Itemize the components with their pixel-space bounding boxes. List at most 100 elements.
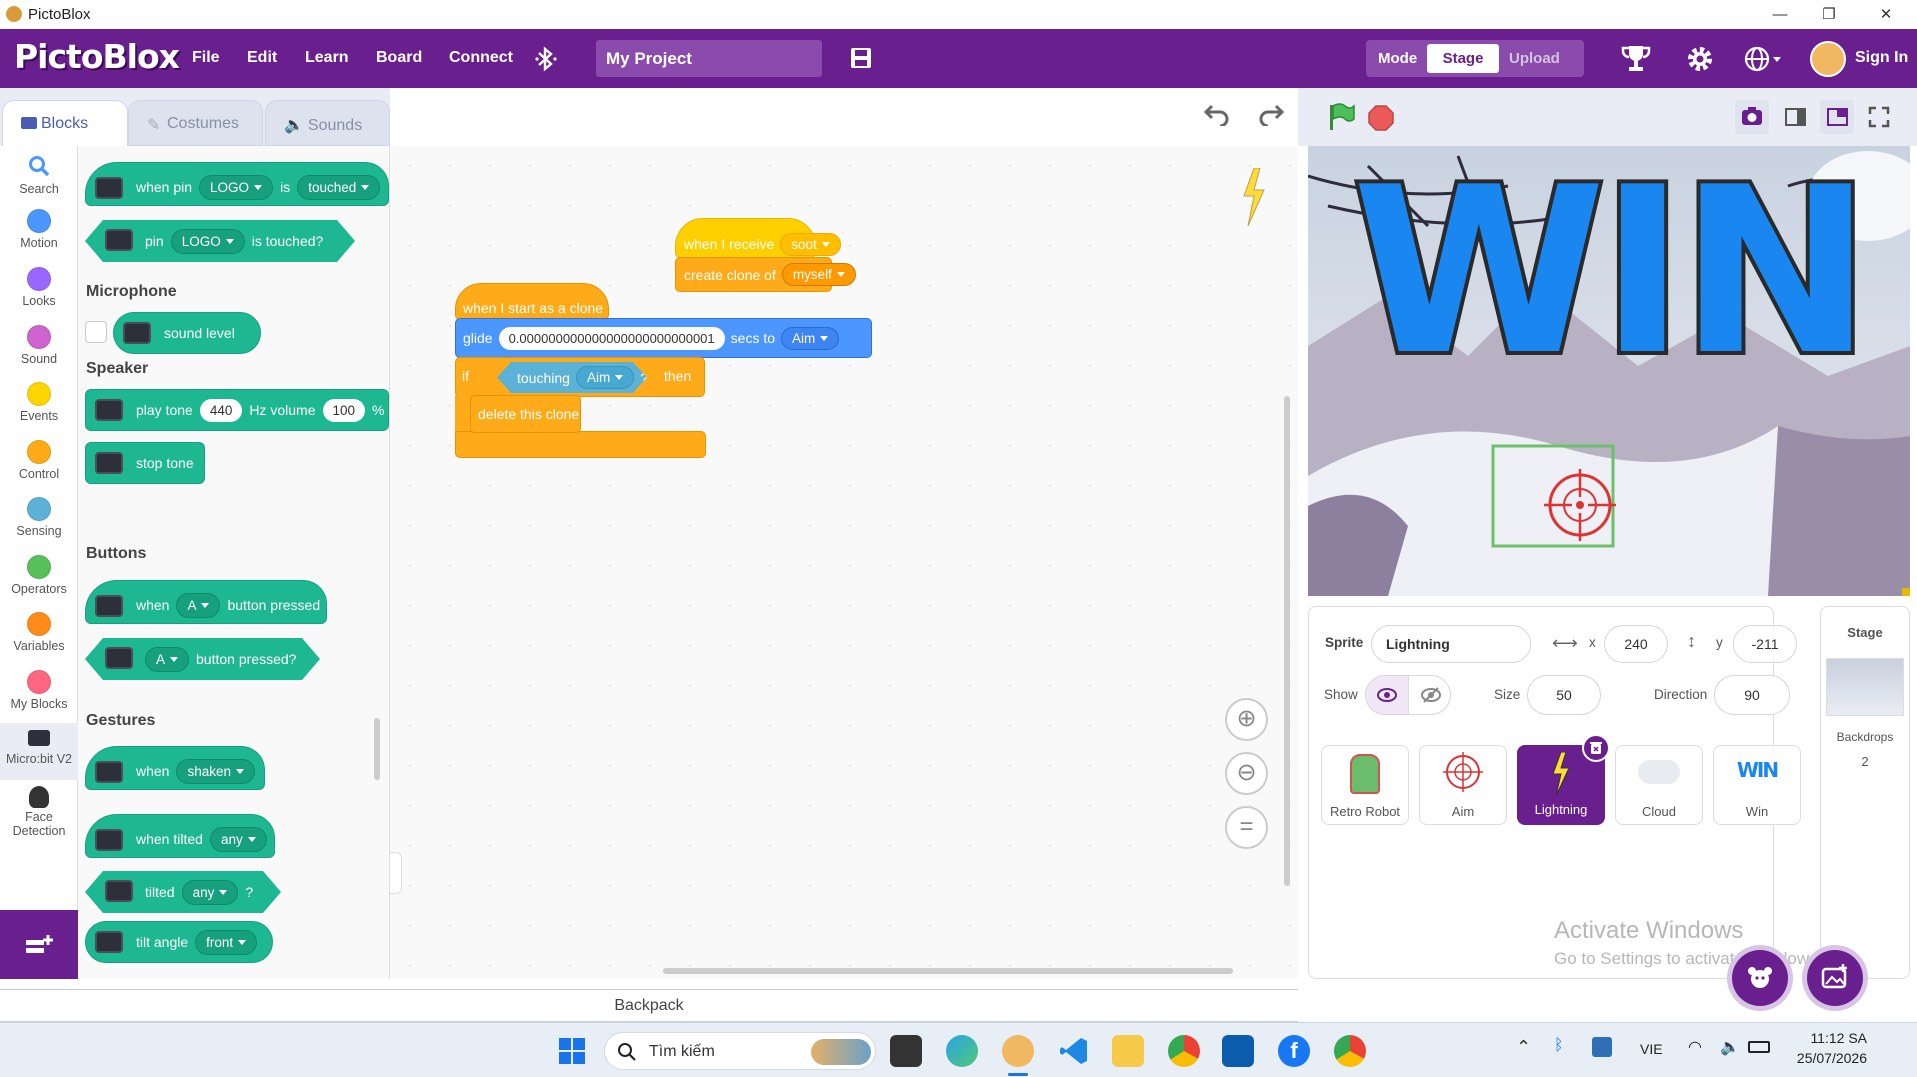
wifi-icon[interactable]: ◠ [1688, 1037, 1702, 1057]
maximize-button[interactable]: ❐ [1806, 2, 1852, 28]
tab-sounds[interactable]: 🔈 Sounds [265, 100, 390, 146]
bluetooth-icon[interactable] [535, 46, 557, 72]
language-indicator[interactable]: VIE [1640, 1041, 1663, 1057]
sprite-tile-lightning[interactable]: Lightning [1517, 734, 1610, 825]
clone-target-dropdown[interactable]: myself [781, 263, 856, 286]
gear-icon[interactable] [1685, 44, 1715, 74]
edge-icon[interactable] [946, 1035, 978, 1067]
palette-scrollbar[interactable] [374, 718, 380, 780]
stage-canvas[interactable]: WIN [1308, 146, 1910, 596]
small-stage-icon[interactable] [1778, 100, 1812, 134]
add-sprite-button[interactable] [1732, 950, 1788, 1006]
pin-dropdown[interactable]: LOGO [171, 229, 245, 254]
block-glide-to[interactable]: glide 0.000000000000000000000000001 secs… [455, 318, 872, 358]
large-stage-icon[interactable] [1820, 100, 1854, 134]
block-tilt-angle[interactable]: tilt angle front [85, 921, 273, 963]
vertical-scrollbar[interactable] [1284, 396, 1290, 886]
tab-costumes[interactable]: ✎ Costumes [128, 100, 263, 146]
block-sound-level[interactable]: sound level [113, 312, 261, 354]
block-when-gesture[interactable]: when shaken [85, 746, 265, 790]
facebook-icon[interactable]: f [1278, 1035, 1310, 1067]
message-dropdown[interactable]: soot [780, 232, 841, 256]
hat-when-i-receive[interactable]: when I receive soot [675, 218, 841, 258]
store-icon[interactable] [1222, 1035, 1254, 1067]
pictoblox-taskbar-icon[interactable] [1002, 1035, 1034, 1067]
category-face-detection[interactable]: Face Detection [0, 782, 78, 844]
menu-board[interactable]: Board [376, 49, 422, 67]
category-search[interactable]: Search [0, 152, 78, 209]
block-play-tone[interactable]: play tone 440 Hz volume 100 % [85, 389, 389, 431]
menu-learn[interactable]: Learn [305, 49, 349, 67]
category-variables[interactable]: Variables [0, 607, 78, 664]
menu-file[interactable]: File [192, 49, 220, 67]
category-looks[interactable]: Looks [0, 262, 78, 319]
category-microbit[interactable]: Micro:bit V2 [0, 723, 78, 780]
camera-icon[interactable] [1735, 100, 1769, 134]
zoom-reset-icon[interactable]: = [1225, 806, 1268, 849]
direction-input[interactable]: 90 [1714, 675, 1790, 715]
angle-dropdown[interactable]: front [195, 929, 258, 955]
defender-tray-icon[interactable] [1592, 1037, 1612, 1057]
sign-in-button[interactable]: Sign In [1855, 49, 1908, 67]
touching-dropdown[interactable]: Aim [576, 366, 634, 389]
block-when-button-pressed[interactable]: when A button pressed [85, 580, 327, 624]
file-explorer-icon[interactable] [1112, 1035, 1144, 1067]
task-view-icon[interactable] [890, 1035, 922, 1067]
close-button[interactable]: ✕ [1863, 2, 1909, 28]
volume-input[interactable]: 100 [322, 398, 366, 422]
stage-target-panel[interactable]: Stage Backdrops 2 [1820, 606, 1910, 979]
sprite-tile-cloud[interactable]: Cloud [1615, 745, 1703, 825]
language-globe-icon[interactable] [1744, 44, 1782, 74]
palette-collapse-handle[interactable] [390, 852, 402, 894]
add-extension-button[interactable] [0, 910, 78, 979]
trophy-icon[interactable] [1620, 44, 1652, 74]
battery-icon[interactable] [1748, 1041, 1770, 1053]
state-dropdown[interactable]: touched [297, 174, 381, 200]
mode-stage-button[interactable]: Stage [1427, 44, 1499, 73]
green-flag-icon[interactable] [1326, 102, 1356, 132]
sprite-tile-aim[interactable]: Aim [1419, 745, 1507, 825]
block-delete-this-clone[interactable]: delete this clone [470, 395, 581, 433]
category-my-blocks[interactable]: My Blocks [0, 665, 78, 722]
undo-icon[interactable] [1202, 100, 1232, 126]
gesture-dropdown[interactable]: shaken [176, 758, 256, 784]
menu-edit[interactable]: Edit [247, 49, 277, 67]
chrome-profile-icon[interactable] [1334, 1035, 1366, 1067]
windows-start-icon[interactable] [556, 1035, 588, 1067]
add-backdrop-button[interactable] [1807, 950, 1863, 1006]
y-input[interactable]: -211 [1733, 625, 1797, 663]
hide-eye-icon[interactable] [1409, 676, 1450, 714]
category-control[interactable]: Control [0, 435, 78, 492]
zoom-out-icon[interactable]: ⊖ [1225, 752, 1268, 795]
vscode-icon[interactable] [1058, 1035, 1090, 1067]
button-dropdown[interactable]: A [176, 592, 221, 618]
minimize-button[interactable]: — [1757, 2, 1803, 28]
glide-secs-input[interactable]: 0.000000000000000000000000001 [498, 326, 725, 350]
mode-upload-button[interactable]: Upload [1509, 50, 1560, 67]
block-when-tilted[interactable]: when tilted any [85, 814, 275, 858]
bluetooth-tray-icon[interactable]: ᛒ [1554, 1037, 1564, 1055]
clock-time[interactable]: 11:12 SA [1795, 1030, 1867, 1046]
horizontal-scrollbar[interactable] [663, 968, 1233, 974]
backpack-bar[interactable]: Backpack [0, 989, 1298, 1022]
tab-blocks[interactable]: Blocks [2, 100, 128, 146]
category-motion[interactable]: Motion [0, 204, 78, 261]
taskbar-search-box[interactable]: Tìm kiếm [604, 1032, 876, 1070]
zoom-in-icon[interactable]: ⊕ [1225, 698, 1268, 741]
hat-when-i-start-as-a-clone[interactable]: when I start as a clone [455, 283, 609, 320]
tilt-dropdown[interactable]: any [209, 826, 267, 852]
pin-dropdown[interactable]: LOGO [199, 174, 274, 200]
clock-date[interactable]: 25/07/2026 [1789, 1050, 1867, 1066]
button-dropdown[interactable]: A [145, 647, 189, 672]
pictoblox-logo[interactable]: PictoBlox [14, 37, 180, 76]
glide-target-dropdown[interactable]: Aim [781, 326, 840, 350]
sound-level-checkbox[interactable] [85, 321, 107, 343]
block-pin-is-touched[interactable]: pin LOGO is touched? [85, 220, 355, 262]
sprite-tile-retro-robot[interactable]: Retro Robot [1321, 745, 1409, 825]
block-create-clone[interactable]: create clone of myself [675, 257, 856, 292]
fullscreen-icon[interactable] [1862, 100, 1896, 134]
chrome-icon[interactable] [1168, 1035, 1200, 1067]
save-icon[interactable] [849, 46, 873, 70]
x-input[interactable]: 240 [1604, 625, 1668, 663]
tone-input[interactable]: 440 [199, 398, 243, 422]
